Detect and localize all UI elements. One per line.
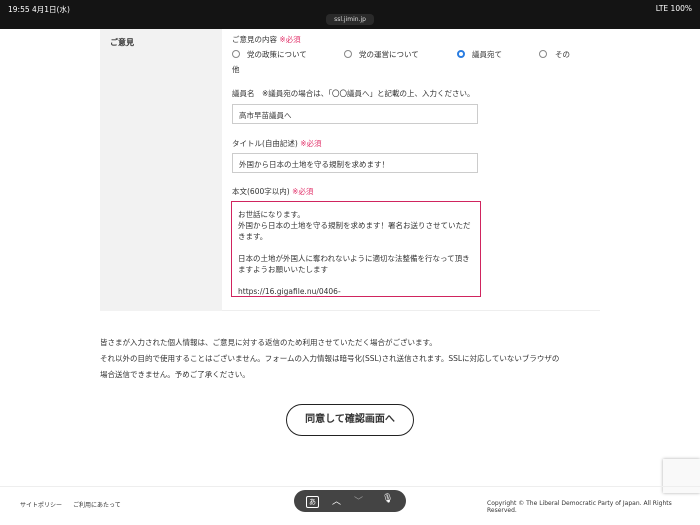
clock: 19:55 4月1日(水) xyxy=(8,5,70,14)
body-label: 本文(600字以内) ※必須 xyxy=(232,187,314,196)
radio-operation[interactable] xyxy=(344,50,352,58)
microphone-icon[interactable]: 🎙 xyxy=(382,494,393,504)
title-label: タイトル(自由記述) ※必須 xyxy=(232,139,322,148)
radio-label: その xyxy=(555,50,570,59)
radio-other[interactable] xyxy=(539,50,547,58)
url-bar[interactable]: ssl.jimin.jp xyxy=(326,14,374,25)
radio-label: 議員宛て xyxy=(472,50,502,59)
chevron-down-icon[interactable]: ﹀ xyxy=(354,494,363,507)
radio-label: 他 xyxy=(232,65,240,74)
content-label: ご意見の内容 ※必須 xyxy=(232,35,301,44)
radio-label: 党の政策について xyxy=(247,50,307,59)
member-input[interactable]: 高市早苗議員へ xyxy=(232,104,478,124)
radio-policy[interactable] xyxy=(232,50,240,58)
signal-battery: LTE 100% xyxy=(655,4,692,13)
submit-button[interactable]: 同意して確認画面へ xyxy=(286,404,414,436)
body-textarea[interactable]: お世話になります。 外国から日本の土地を守る規制を求めます！署名お送りさせていた… xyxy=(231,201,481,297)
privacy-notice: 皆さまが入力された個人情報は、ご意見に対する返信のため利用させていただく場合がご… xyxy=(100,338,560,379)
copyright: Copyright © The Liberal Democratic Party… xyxy=(487,500,672,514)
keyboard-toolbar: あ ︿ ﹀ 🎙 xyxy=(294,490,406,512)
section-label-cell: ご意見 xyxy=(100,29,222,311)
footer-link-terms[interactable]: ご利用にあたって xyxy=(73,500,121,509)
radio-member[interactable] xyxy=(457,50,465,58)
chevron-up-icon[interactable]: ︿ xyxy=(332,494,341,507)
keyboard-key[interactable]: あ xyxy=(306,496,319,508)
member-label: 議員名 ※議員宛の場合は、「〇〇議員へ」と記載の上、入力ください。 xyxy=(232,89,475,98)
title-input[interactable]: 外国から日本の土地を守る規制を求めます！ xyxy=(232,153,478,173)
status-bar: 19:55 4月1日(水) ssl.jimin.jp LTE 100% xyxy=(0,0,700,29)
footer-link-policy[interactable]: サイトポリシー xyxy=(20,500,62,509)
radio-label: 党の運営について xyxy=(359,50,419,59)
